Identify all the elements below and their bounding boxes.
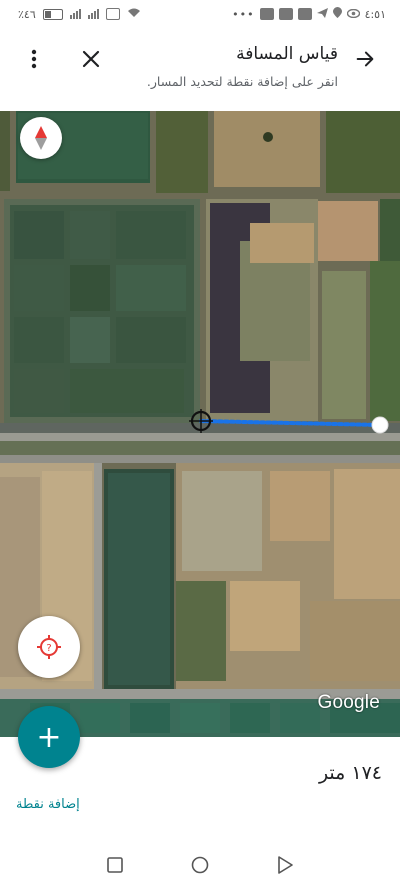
recents-button[interactable] bbox=[104, 854, 126, 876]
distance-value: ١٧٤ متر bbox=[318, 762, 382, 784]
facebook-icon-3 bbox=[297, 8, 312, 20]
more-vert-icon bbox=[31, 49, 37, 69]
telegram-icon bbox=[316, 7, 328, 21]
close-icon bbox=[82, 50, 100, 68]
home-button[interactable] bbox=[189, 854, 211, 876]
status-right: ••• ٤:٥١ bbox=[232, 7, 386, 21]
add-point-fab[interactable]: + bbox=[18, 706, 80, 768]
square-icon bbox=[107, 857, 123, 873]
arrow-back-icon bbox=[356, 51, 374, 67]
status-bar: ٪٤٦ ••• ٤:٥١ bbox=[0, 0, 400, 28]
circle-icon bbox=[191, 856, 209, 874]
close-button[interactable] bbox=[78, 46, 104, 72]
add-point-link[interactable]: إضافة نقطة bbox=[16, 797, 80, 812]
svg-text:?: ? bbox=[46, 643, 51, 654]
route-end-marker[interactable] bbox=[371, 416, 389, 434]
clock-time: ٤:٥١ bbox=[364, 7, 386, 21]
nav-back-button[interactable] bbox=[274, 854, 296, 876]
page-title: قياس المسافة bbox=[236, 44, 338, 64]
plus-icon: + bbox=[36, 719, 62, 755]
back-button[interactable] bbox=[350, 44, 380, 74]
notification-dots-icon: ••• bbox=[232, 7, 255, 21]
status-left: ٪٤٦ bbox=[18, 7, 141, 21]
facebook-icon-2 bbox=[278, 8, 293, 20]
compass-icon bbox=[35, 126, 47, 150]
page-subtitle: انقر على إضافة نقطة لتحديد المسار. bbox=[146, 74, 338, 89]
battery-icon bbox=[42, 8, 63, 20]
eye-icon bbox=[346, 8, 360, 21]
triangle-icon bbox=[278, 856, 293, 874]
volte-icon bbox=[105, 8, 120, 20]
location-icon bbox=[332, 7, 342, 21]
battery-percent: ٪٤٦ bbox=[18, 7, 36, 21]
signal-icon-2 bbox=[87, 9, 99, 19]
my-location-button[interactable]: ? bbox=[18, 616, 80, 678]
facebook-icon bbox=[259, 8, 274, 20]
my-location-icon: ? bbox=[37, 635, 61, 659]
system-nav-bar bbox=[0, 842, 400, 888]
wifi-icon bbox=[127, 7, 141, 21]
google-watermark: Google bbox=[317, 692, 380, 713]
compass-button[interactable] bbox=[20, 117, 62, 159]
signal-icon bbox=[69, 9, 81, 19]
measure-header: قياس المسافة انقر على إضافة نقطة لتحديد … bbox=[0, 28, 400, 108]
more-options-button[interactable] bbox=[24, 46, 44, 72]
